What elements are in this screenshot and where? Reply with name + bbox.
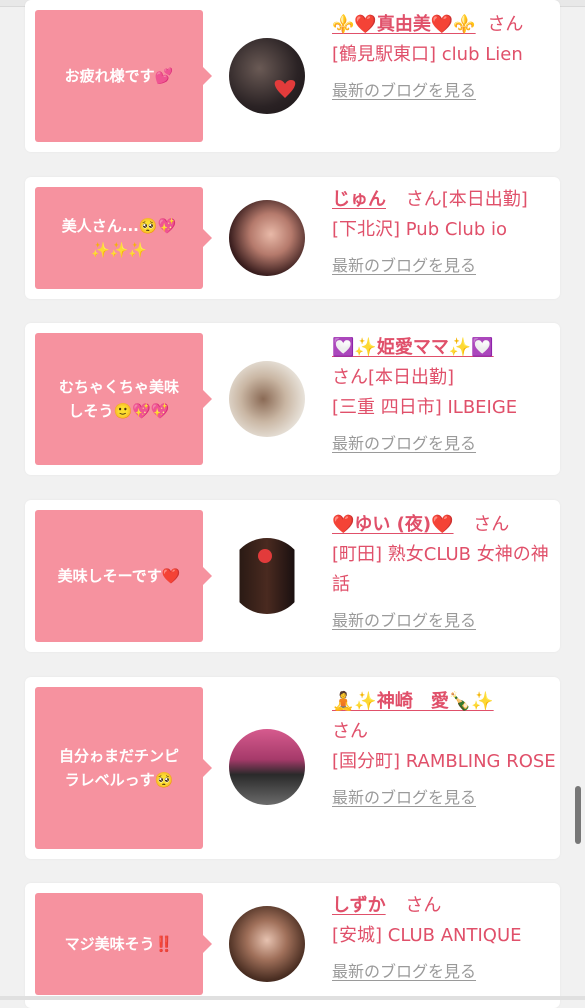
honorific: さん[本日出勤] (405, 189, 528, 210)
bottom-divider (0, 996, 585, 1000)
comment-text: 美人さん...🥺💖 ✨✨✨ (61, 217, 177, 259)
comment-text: むちゃくちゃ美味 しそう🙂💖💖 (58, 378, 179, 420)
comment-text: 美味しそーです❤️ (57, 567, 181, 585)
comment-card: お疲れ様です💕 ⚜️❤️真由美❤️⚜️ さん [鶴見駅東口] club Lien… (25, 0, 560, 152)
honorific: さん (332, 721, 368, 742)
user-info: ❤️ゆい (夜)❤️ さん [町田] 熟女CLUB 女神の神話 最新のブログを見… (332, 510, 556, 636)
comment-card: マジ美味そう‼️ しずか さん [安城] CLUB ANTIQUE 最新のブログ… (25, 883, 560, 1008)
user-info: しずか さん [安城] CLUB ANTIQUE 最新のブログを見る (332, 891, 556, 987)
user-info: 💟✨姫愛ママ✨💟 さん[本日出勤] [三重 四日市] ILBEIGE 最新のブロ… (332, 333, 556, 459)
comment-text: お疲れ様です💕 (64, 67, 174, 85)
comment-text: マジ美味そう‼️ (64, 935, 174, 953)
comment-card: 美味しそーです❤️ ❤️ゆい (夜)❤️ さん [町田] 熟女CLUB 女神の神… (25, 500, 560, 652)
latest-blog-link[interactable]: 最新のブログを見る (332, 783, 556, 813)
user-name-link[interactable]: ❤️ゆい (夜)❤️ (332, 514, 454, 535)
comment-bubble: マジ美味そう‼️ (35, 893, 212, 995)
comment-feed: お疲れ様です💕 ⚜️❤️真由美❤️⚜️ さん [鶴見駅東口] club Lien… (0, 0, 585, 1008)
red-mask-icon (258, 549, 272, 563)
shop-name: [下北沢] Pub Club io (332, 219, 507, 240)
comment-card: むちゃくちゃ美味 しそう🙂💖💖 💟✨姫愛ママ✨💟 さん[本日出勤] [三重 四日… (25, 323, 560, 475)
shop-name: [町田] 熟女CLUB 女神の神話 (332, 544, 549, 595)
user-name-link[interactable]: じゅん (332, 189, 386, 210)
honorific: さん (405, 895, 442, 916)
avatar[interactable] (229, 200, 305, 276)
shop-name: [国分町] RAMBLING ROSE (332, 751, 556, 772)
latest-blog-link[interactable]: 最新のブログを見る (332, 957, 556, 987)
user-name-link[interactable]: しずか (332, 895, 386, 916)
latest-blog-link[interactable]: 最新のブログを見る (332, 76, 556, 106)
heart-icon (274, 80, 296, 98)
latest-blog-link[interactable]: 最新のブログを見る (332, 606, 556, 636)
honorific: さん (487, 14, 524, 35)
honorific: さん[本日出勤] (332, 367, 455, 388)
avatar[interactable] (229, 538, 305, 614)
user-name-link[interactable]: 💟✨姫愛ママ✨💟 (332, 337, 494, 358)
avatar[interactable] (229, 729, 305, 805)
comment-card: 自分ゎまだチンピ ラレベルっす🥺 🧘✨神崎 愛🍾✨ さん [国分町] RAMBL… (25, 677, 560, 859)
comment-card: 美人さん...🥺💖 ✨✨✨ じゅん さん[本日出勤] [下北沢] Pub Clu… (25, 177, 560, 299)
comment-bubble: 自分ゎまだチンピ ラレベルっす🥺 (35, 687, 212, 849)
comment-bubble: 美人さん...🥺💖 ✨✨✨ (35, 187, 212, 289)
avatar[interactable] (229, 361, 305, 437)
shop-name: [安城] CLUB ANTIQUE (332, 925, 522, 946)
scrollbar-thumb[interactable] (575, 786, 581, 844)
user-name-link[interactable]: 🧘✨神崎 愛🍾✨ (332, 691, 494, 712)
avatar[interactable] (229, 38, 305, 114)
user-info: ⚜️❤️真由美❤️⚜️ さん [鶴見駅東口] club Lien 最新のブログを… (332, 10, 556, 106)
shop-name: [鶴見駅東口] club Lien (332, 44, 523, 65)
honorific: さん (473, 514, 510, 535)
comment-bubble: お疲れ様です💕 (35, 10, 212, 142)
user-info: じゅん さん[本日出勤] [下北沢] Pub Club io 最新のブログを見る (332, 185, 556, 281)
comment-text: 自分ゎまだチンピ ラレベルっす🥺 (58, 747, 179, 789)
latest-blog-link[interactable]: 最新のブログを見る (332, 429, 556, 459)
comment-bubble: むちゃくちゃ美味 しそう🙂💖💖 (35, 333, 212, 465)
user-name-link[interactable]: ⚜️❤️真由美❤️⚜️ (332, 14, 476, 35)
comment-bubble: 美味しそーです❤️ (35, 510, 212, 642)
avatar[interactable] (229, 906, 305, 982)
shop-name: [三重 四日市] ILBEIGE (332, 397, 518, 418)
latest-blog-link[interactable]: 最新のブログを見る (332, 251, 556, 281)
user-info: 🧘✨神崎 愛🍾✨ さん [国分町] RAMBLING ROSE 最新のブログを見… (332, 687, 556, 813)
